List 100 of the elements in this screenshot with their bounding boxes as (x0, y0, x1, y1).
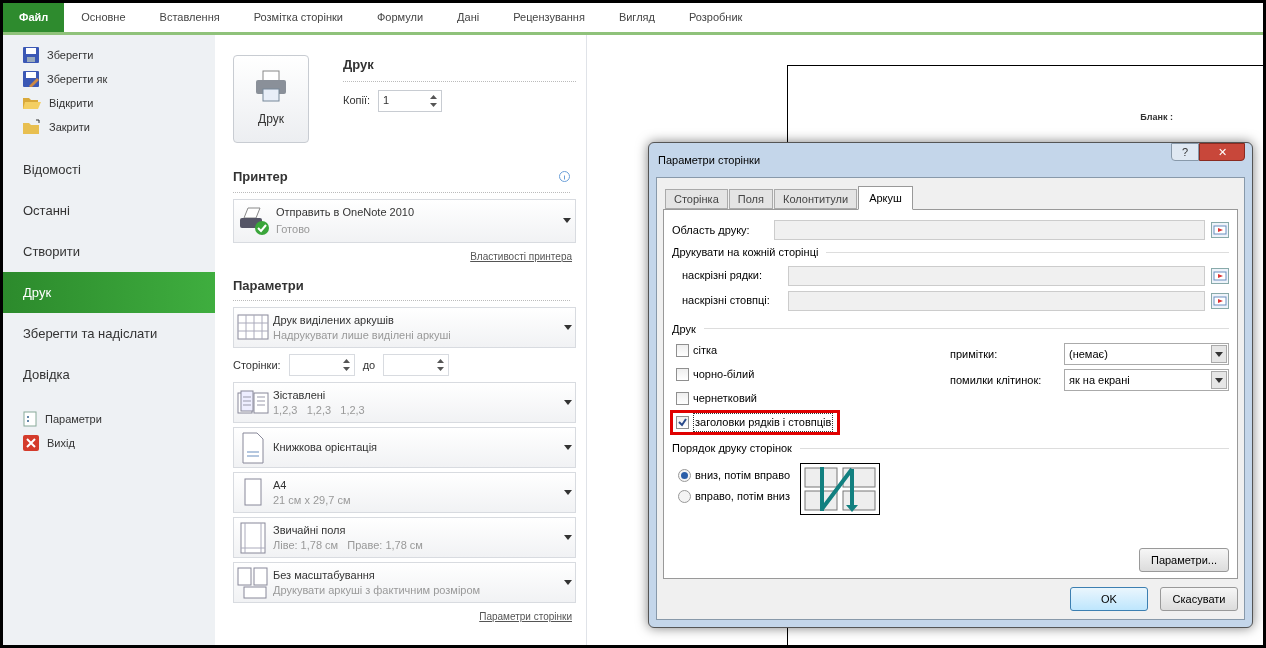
check-icon (678, 418, 687, 427)
dialog-title: Параметри сторінки (658, 152, 761, 168)
radio-option[interactable]: вниз, потім вправо (678, 466, 791, 484)
collapse-dialog-icon[interactable] (1211, 292, 1229, 309)
group-heading: Порядок друку сторінок (672, 441, 792, 456)
to-page-field[interactable] (383, 354, 450, 376)
copies-field[interactable]: 1 (378, 89, 443, 112)
settings-dropdown[interactable]: Друк виділених аркушів Надрукувати лише виділені аркуші (233, 307, 576, 348)
settings-dropdown[interactable]: Без масштабування Друкувати аркуші з фактичним розміром (233, 562, 576, 603)
margins-page-icon (237, 521, 269, 554)
sidebar-item[interactable]: Відомості (3, 149, 215, 190)
options-page-icon (23, 411, 37, 427)
spinner-arrows-icon[interactable] (430, 93, 438, 108)
save-as-icon (23, 71, 39, 87)
dropdown-arrow-icon (564, 580, 572, 585)
ok-button[interactable]: OK (1070, 587, 1148, 611)
collapse-dialog-icon[interactable] (1211, 222, 1229, 238)
printer-icon (254, 70, 288, 102)
sidebar-item[interactable]: Останні (3, 190, 215, 231)
dropdown-arrow-icon (563, 218, 571, 223)
section-heading: Друк (343, 55, 576, 82)
dropdown-arrow-icon (1215, 377, 1223, 383)
help-button[interactable]: ? (1171, 143, 1199, 161)
ribbon-tab[interactable]: Розробник (671, 3, 760, 32)
dialog-tab[interactable]: Сторінка (665, 189, 728, 209)
close-button[interactable]: ✕ (1199, 143, 1245, 161)
printer-ready-icon (238, 205, 272, 236)
cell-errors-dropdown[interactable]: як на екрані (1064, 369, 1229, 391)
collated-pages-icon (237, 388, 269, 417)
group-heading: Друкувати на кожній сторінці (672, 245, 819, 260)
to-label: до (362, 357, 376, 373)
settings-dropdown[interactable]: Звичайні поля Ліве: 1,78 см Праве: 1,78 см (233, 517, 576, 558)
checkbox-row[interactable]: сітка (676, 341, 722, 360)
rows-field[interactable] (788, 265, 1205, 286)
open-folder-icon (23, 95, 41, 111)
radio-button[interactable] (678, 489, 691, 503)
print-button[interactable]: Друк (233, 55, 309, 143)
info-icon[interactable] (559, 171, 570, 183)
settings-dropdown[interactable]: Книжкова орієнтація (233, 427, 576, 468)
sidebar-item[interactable]: Закрити (3, 115, 215, 139)
dropdown-arrow-icon (564, 445, 572, 450)
print-area-field[interactable] (774, 220, 1205, 240)
columns-label: наскрізні стовпці: (682, 293, 771, 309)
spinner-arrows-icon[interactable] (437, 358, 445, 372)
rows-label: наскрізні рядки: (682, 268, 764, 284)
dropdown-arrow-icon (564, 400, 572, 405)
ribbon-tab[interactable]: Дані (440, 3, 497, 32)
dialog-tab[interactable]: Аркуш (858, 186, 913, 210)
printer-dropdown[interactable]: Отправить в OneNote 2010 Готово (233, 198, 576, 243)
checkbox[interactable] (676, 344, 689, 357)
scaling-pages-icon (237, 566, 269, 599)
sidebar-item[interactable]: Параметри (3, 407, 215, 431)
comments-label: примітки: (950, 346, 999, 362)
group-heading: Друк (672, 321, 696, 337)
dialog-tab[interactable]: Поля (728, 189, 773, 209)
section-heading: Принтер (233, 168, 288, 186)
pages-label: Сторінки: (233, 357, 281, 373)
exit-icon (23, 435, 39, 451)
checkbox[interactable] (676, 416, 689, 429)
sidebar-item[interactable]: Зберегти як (3, 67, 215, 91)
dropdown-arrow-icon (564, 535, 572, 540)
page-setup-link[interactable]: Параметри сторінки (479, 609, 572, 624)
dropdown-arrow-icon (564, 325, 572, 330)
sidebar-item[interactable]: Вихід (3, 431, 215, 455)
sidebar-item[interactable]: Друк (3, 272, 215, 313)
copies-label: Копії: (343, 93, 371, 109)
ribbon-tab[interactable]: Файл (3, 3, 65, 32)
ribbon-tab[interactable]: Рецензування (496, 3, 602, 32)
ribbon-tab[interactable]: Формули (359, 3, 441, 32)
sidebar-item[interactable]: Зберегти (3, 43, 215, 67)
sheets-grid-icon (237, 313, 269, 342)
ribbon-tab[interactable]: Розмітка сторінки (236, 3, 360, 32)
section-heading: Параметри (233, 275, 570, 301)
settings-dropdown[interactable]: Зіставлені 1,2,3 1,2,3 1,2,3 (233, 382, 576, 423)
columns-field[interactable] (788, 290, 1205, 311)
sidebar-item[interactable]: Відкрити (3, 91, 215, 115)
dropdown-arrow-icon (1215, 351, 1223, 357)
cancel-button[interactable]: Скасувати (1160, 587, 1238, 611)
sidebar-item[interactable]: Зберегти та надіслати (3, 313, 215, 354)
collapse-dialog-icon[interactable] (1211, 267, 1229, 284)
checkbox[interactable] (676, 392, 689, 405)
ribbon-tab[interactable]: Вигляд (601, 3, 672, 32)
radio-option[interactable]: вправо, потім вниз (678, 487, 791, 505)
radio-button[interactable] (678, 468, 691, 482)
spinner-arrows-icon[interactable] (342, 358, 350, 372)
settings-dropdown[interactable]: A4 21 см x 29,7 см (233, 472, 576, 513)
checkbox-row[interactable]: чернетковий (676, 389, 762, 408)
checkbox[interactable] (676, 368, 689, 381)
sidebar-item[interactable]: Довідка (3, 354, 215, 395)
options-button[interactable]: Параметри... (1139, 548, 1229, 572)
cell-errors-label: помилки клітинок: (950, 372, 1043, 388)
from-page-field[interactable] (288, 354, 355, 376)
ribbon-tab[interactable]: Основне (64, 3, 143, 32)
printer-properties-link[interactable]: Властивості принтера (470, 248, 572, 264)
comments-dropdown[interactable]: (немає) (1064, 343, 1229, 365)
sidebar-item[interactable]: Створити (3, 231, 215, 272)
dialog-tab[interactable]: Колонтитули (773, 189, 858, 209)
folder-icon (23, 119, 41, 135)
checkbox-row[interactable]: чорно-білий (676, 365, 759, 384)
ribbon-tab[interactable]: Вставлення (142, 3, 237, 32)
